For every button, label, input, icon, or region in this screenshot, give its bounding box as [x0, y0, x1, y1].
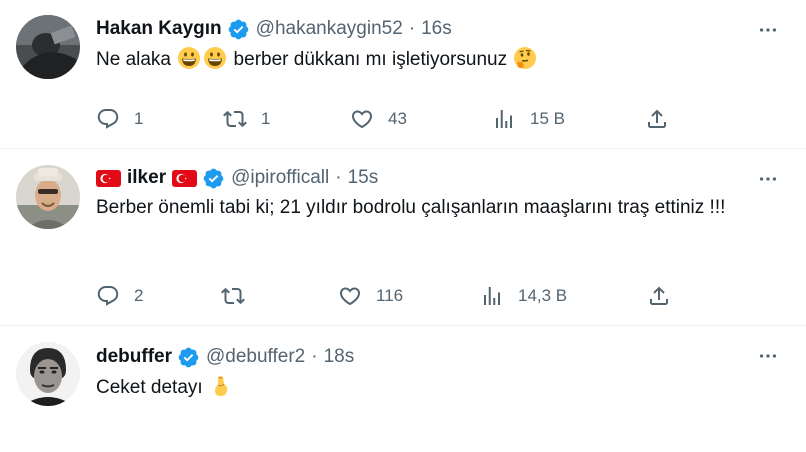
tweet-header: debuffer @debuffer2 · 18s — [96, 344, 790, 370]
separator-dot: · — [311, 346, 318, 367]
handle[interactable]: @ipirofficall — [231, 167, 329, 189]
repost-count: 1 — [261, 109, 271, 128]
grinning-face-emoji — [203, 46, 227, 70]
tweet-header: ilker @ipirofficall · 15s — [96, 165, 790, 191]
tweet-content: ilker @ipirofficall · 15s Berber önemli … — [96, 165, 790, 221]
reply-icon — [97, 109, 119, 129]
tweet-text: Ceket detayı — [96, 374, 766, 401]
reply-button[interactable]: 2 — [96, 279, 143, 313]
turkish-flag-icon — [96, 169, 121, 187]
display-name[interactable]: ilker — [127, 167, 166, 189]
tweet-text-part: Ceket detayı — [96, 377, 208, 398]
tweet-text-part: berber dükkanı mı işletiyorsunuz — [228, 49, 513, 70]
share-icon — [650, 286, 668, 305]
turkish-flag-icon — [172, 169, 198, 187]
timestamp[interactable]: 18s — [324, 346, 355, 368]
reply-count: 1 — [134, 109, 144, 128]
separator-dot: · — [408, 18, 416, 39]
more-icon[interactable] — [754, 17, 782, 43]
reply-button[interactable]: 1 — [96, 102, 143, 136]
more-icon[interactable] — [754, 343, 782, 369]
like-icon — [339, 287, 361, 306]
repost-button[interactable] — [221, 279, 259, 313]
verified-badge-icon — [202, 167, 225, 190]
reply-icon — [97, 286, 119, 306]
like-icon — [351, 110, 373, 129]
avatar[interactable] — [16, 15, 80, 79]
share-button[interactable] — [647, 279, 671, 313]
more-icon[interactable] — [754, 166, 782, 192]
pinched-fingers-emoji — [209, 374, 233, 398]
tweet[interactable]: debuffer @debuffer2 · 18s Ceket detayı — [0, 326, 806, 452]
share-button[interactable] — [645, 102, 669, 136]
views-icon — [484, 287, 500, 305]
share-icon — [648, 109, 666, 128]
like-button[interactable]: 43 — [350, 102, 407, 136]
tweet-content: Hakan Kaygın @hakankaygin52 · 16s Ne ala… — [96, 16, 790, 73]
timestamp[interactable]: 15s — [348, 167, 379, 189]
views-button[interactable]: 14,3 B — [480, 279, 567, 313]
like-count: 116 — [376, 286, 404, 305]
views-count: 14,3 B — [518, 286, 568, 305]
repost-icon — [223, 110, 247, 128]
views-icon — [496, 110, 512, 128]
display-name[interactable]: Hakan Kaygın — [96, 18, 222, 40]
handle[interactable]: @debuffer2 — [206, 346, 305, 368]
grinning-face-emoji — [177, 46, 201, 70]
tweet-text-part: Ne alaka — [96, 49, 177, 70]
tweet-header: Hakan Kaygın @hakankaygin52 · 16s — [96, 16, 790, 42]
thinking-face-emoji — [513, 46, 537, 70]
display-name[interactable]: debuffer — [96, 346, 172, 368]
tweet-text: Ne alaka berber dükkanı mı işletiyorsunu… — [96, 46, 766, 73]
views-count: 15 B — [530, 109, 565, 128]
tweet-text: Berber önemli tabi ki; 21 yıldır bodrolu… — [96, 197, 726, 218]
tweet-actions: 1 1 43 15 B — [96, 102, 686, 136]
repost-button[interactable]: 1 — [223, 102, 270, 136]
like-count: 43 — [388, 109, 407, 128]
handle[interactable]: @hakankaygin52 — [256, 18, 403, 40]
timestamp[interactable]: 16s — [421, 18, 452, 40]
tweet[interactable]: ilker @ipirofficall · 15s Berber önemli … — [0, 149, 806, 326]
tweet[interactable]: Hakan Kaygın @hakankaygin52 · 16s Ne ala… — [0, 0, 806, 149]
views-button[interactable]: 15 B — [492, 102, 565, 136]
separator-dot: · — [335, 167, 342, 188]
avatar[interactable] — [16, 342, 80, 406]
avatar[interactable] — [16, 165, 80, 229]
tweet-actions: 2 116 14,3 B — [96, 279, 686, 313]
reply-count: 2 — [134, 286, 144, 305]
tweet-feed: Hakan Kaygın @hakankaygin52 · 16s Ne ala… — [0, 0, 806, 452]
repost-icon — [221, 287, 245, 305]
like-button[interactable]: 116 — [338, 279, 403, 313]
verified-badge-icon — [227, 18, 250, 41]
tweet-content: debuffer @debuffer2 · 18s Ceket detayı — [96, 344, 790, 401]
verified-badge-icon — [177, 346, 200, 369]
